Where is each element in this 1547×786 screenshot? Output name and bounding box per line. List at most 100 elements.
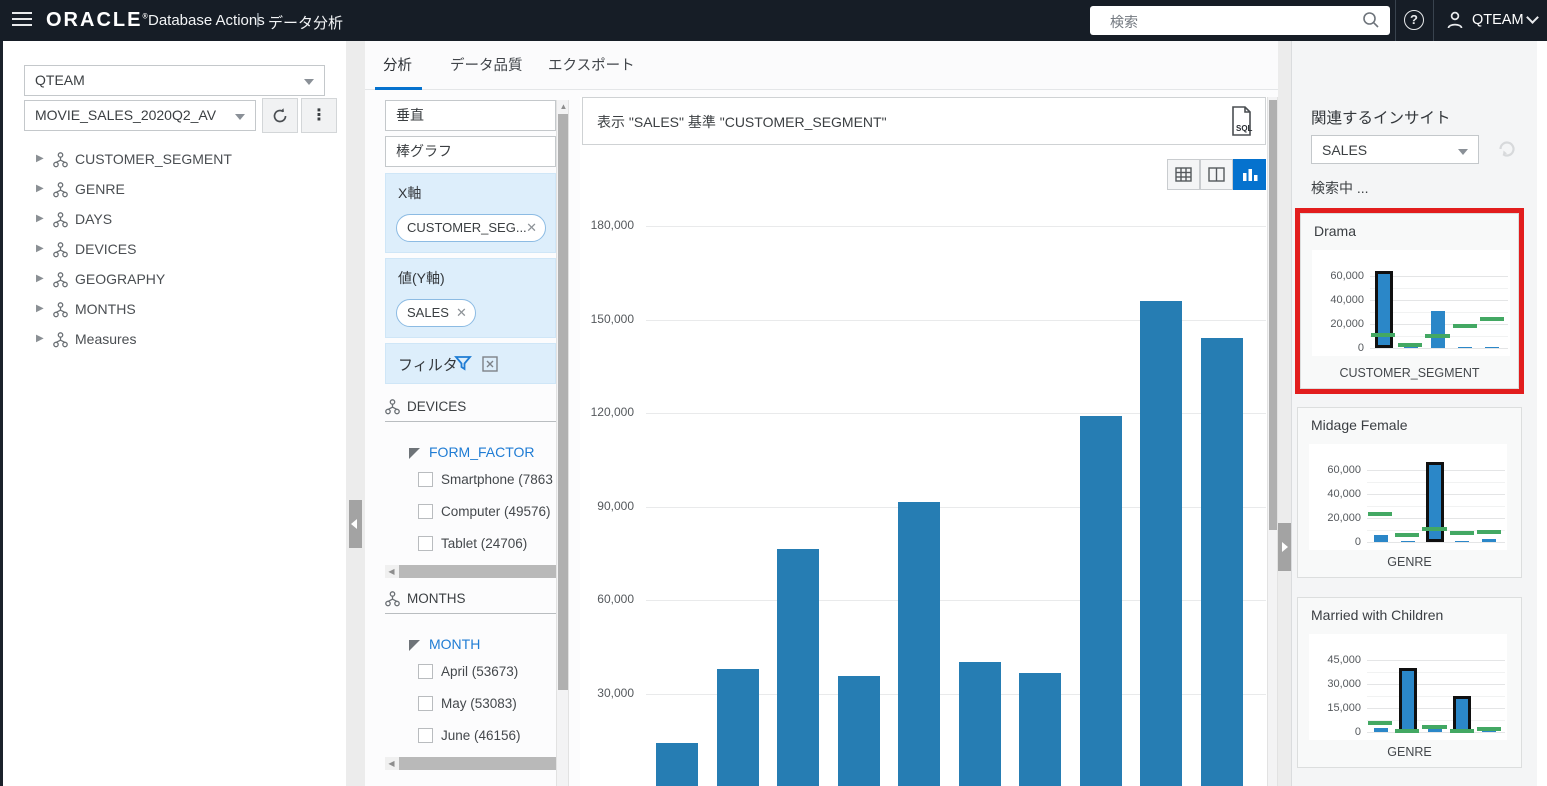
insight-card-midage-female[interactable]: Midage Female020,00040,00060,000GENRE <box>1297 407 1522 578</box>
sales-bar[interactable] <box>656 743 698 786</box>
collapse-right-arrow-icon <box>1282 542 1288 552</box>
tree-item-months[interactable]: ▶ MONTHS <box>3 295 346 325</box>
tree-item-days[interactable]: ▶DAYS <box>3 205 346 235</box>
expand-arrow-icon[interactable]: ▶ <box>36 303 44 314</box>
facet-option[interactable]: April (53673) <box>385 657 556 689</box>
refresh-button[interactable] <box>262 98 298 133</box>
facet-option[interactable]: Tablet (24706) <box>385 529 556 561</box>
help-icon[interactable]: ? <box>1404 10 1424 30</box>
y-axis-tick-label: 150,000 <box>580 312 634 326</box>
facet-option-label: May (53083) <box>441 696 517 711</box>
sales-bar[interactable] <box>959 662 1001 786</box>
checkbox-unchecked[interactable] <box>418 664 433 679</box>
analytic-view-select[interactable]: MOVIE_SALES_2020Q2_AV <box>24 100 256 131</box>
sales-bar[interactable] <box>1201 338 1243 786</box>
expand-arrow-icon[interactable]: ▶ <box>36 213 44 224</box>
facet-option[interactable]: June (46156) <box>385 721 556 753</box>
insight-metric-select[interactable]: SALES <box>1311 135 1479 164</box>
hierarchy-icon <box>53 242 68 263</box>
x-axis-chip[interactable]: CUSTOMER_SEG...✕ <box>396 214 546 242</box>
sales-bar[interactable] <box>717 669 759 786</box>
sales-bar[interactable] <box>1080 416 1122 786</box>
orientation-select[interactable]: 垂直 <box>385 100 556 131</box>
left-panel-splitter[interactable] <box>346 41 365 786</box>
insight-card-married-with-children[interactable]: Married with Children015,00030,00045,000… <box>1297 597 1522 768</box>
expand-arrow-icon[interactable]: ▶ <box>36 333 44 344</box>
collapse-left-panel-handle[interactable] <box>349 500 362 548</box>
tab-export[interactable]: エクスポート <box>548 54 635 75</box>
checkbox-unchecked[interactable] <box>418 728 433 743</box>
expand-arrow-icon[interactable]: ▶ <box>36 273 44 284</box>
y-gridline <box>646 226 1266 227</box>
scroll-up-arrow-icon[interactable]: ▲ <box>557 102 570 111</box>
config-scrollbar-thumb[interactable] <box>558 114 568 690</box>
tree-item-customer_segment[interactable]: ▶ CUSTOMER_SEGMENT <box>3 145 346 175</box>
checkbox-unchecked[interactable] <box>418 536 433 551</box>
scroll-left-arrow-icon[interactable]: ◀ <box>385 757 398 770</box>
horizontal-scrollbar-thumb[interactable] <box>399 757 556 770</box>
tab-data-quality[interactable]: データ品質 <box>450 54 523 75</box>
facet-hierarchy-row[interactable]: MONTH <box>385 635 556 657</box>
filter-dropzone[interactable]: フィルタ <box>385 343 556 384</box>
right-panel-splitter[interactable] <box>1278 41 1291 786</box>
user-name: QTEAM <box>1472 12 1524 28</box>
more-actions-button[interactable]: ⋮ <box>301 98 337 133</box>
sales-bar[interactable] <box>1140 301 1182 786</box>
mini-gridline <box>1367 696 1505 697</box>
refresh-insights-button[interactable] <box>1495 137 1519 166</box>
tree-item-measures[interactable]: ▶Measures <box>3 325 346 355</box>
mini-gridline <box>1367 542 1505 543</box>
insight-card-drama[interactable]: Drama020,00040,00060,000CUSTOMER_SEGMENT <box>1300 213 1519 389</box>
sales-bar[interactable] <box>898 502 940 786</box>
sales-bar[interactable] <box>838 676 880 786</box>
facet-hierarchy-name: MONTH <box>429 636 480 652</box>
mini-chart: 020,00040,00060,000 <box>1312 250 1510 356</box>
y-axis-label: 値(Y軸) <box>398 268 445 288</box>
tab-analysis[interactable]: 分析 <box>383 54 412 75</box>
tree-item-label: MONTHS <box>75 301 136 317</box>
schema-select[interactable]: QTEAM <box>24 65 325 96</box>
horizontal-scrollbar[interactable]: ◀ <box>385 757 556 770</box>
y-axis-chip[interactable]: SALES✕ <box>396 299 476 327</box>
mini-y-tick-label: 40,000 <box>1314 294 1364 306</box>
sales-bar[interactable] <box>1019 673 1061 786</box>
tree-item-label: CUSTOMER_SEGMENT <box>75 151 232 167</box>
search-icon[interactable] <box>1362 11 1380 34</box>
horizontal-scrollbar-thumb[interactable] <box>399 565 556 578</box>
clear-filter-icon[interactable] <box>482 356 498 372</box>
sales-bar[interactable] <box>777 549 819 786</box>
chart-scrollbar-thumb[interactable] <box>1269 100 1277 530</box>
facet-hierarchy-row[interactable]: FORM_FACTOR <box>385 443 556 465</box>
chart-scrollbar[interactable] <box>1267 97 1278 786</box>
facet-option[interactable]: May (53083) <box>385 689 556 721</box>
horizontal-scrollbar[interactable]: ◀ <box>385 565 556 578</box>
collapse-right-panel-handle[interactable] <box>1278 523 1291 571</box>
average-marker <box>1368 721 1392 725</box>
mini-bar <box>1485 347 1499 349</box>
remove-chip-icon[interactable]: ✕ <box>456 300 467 326</box>
remove-chip-icon[interactable]: ✕ <box>526 215 537 241</box>
app-header: ORACLE® Database Actions | データ分析 検索 ? QT… <box>0 0 1547 41</box>
tree-item-geography[interactable]: ▶GEOGRAPHY <box>3 265 346 295</box>
expand-arrow-icon[interactable]: ▶ <box>36 183 44 194</box>
expand-arrow-icon[interactable]: ▶ <box>36 153 44 164</box>
scroll-left-arrow-icon[interactable]: ◀ <box>385 565 398 578</box>
tree-item-devices[interactable]: ▶DEVICES <box>3 235 346 265</box>
collapse-left-arrow-icon <box>351 519 357 529</box>
checkbox-unchecked[interactable] <box>418 472 433 487</box>
x-axis-dropzone[interactable]: X軸 CUSTOMER_SEG...✕ <box>385 173 556 253</box>
checkbox-unchecked[interactable] <box>418 504 433 519</box>
config-scrollbar[interactable]: ▲ <box>556 100 569 786</box>
checkbox-unchecked[interactable] <box>418 696 433 711</box>
y-axis-tick-label: 90,000 <box>580 499 634 513</box>
facet-filters: DEVICESFORM_FACTORSmartphone (7863Comput… <box>385 396 556 770</box>
tree-item-genre[interactable]: ▶GENRE <box>3 175 346 205</box>
y-axis-dropzone[interactable]: 値(Y軸) SALES✕ <box>385 258 556 338</box>
facet-option[interactable]: Smartphone (7863 <box>385 465 556 497</box>
tab-bar: 分析 データ品質 エクスポート <box>365 41 1291 90</box>
facet-option[interactable]: Computer (49576) <box>385 497 556 529</box>
global-search-input[interactable]: 検索 <box>1090 6 1390 35</box>
expand-arrow-icon[interactable]: ▶ <box>36 243 44 254</box>
chart-type-select[interactable]: 棒グラフ <box>385 136 556 167</box>
hamburger-menu-icon[interactable] <box>12 12 32 28</box>
